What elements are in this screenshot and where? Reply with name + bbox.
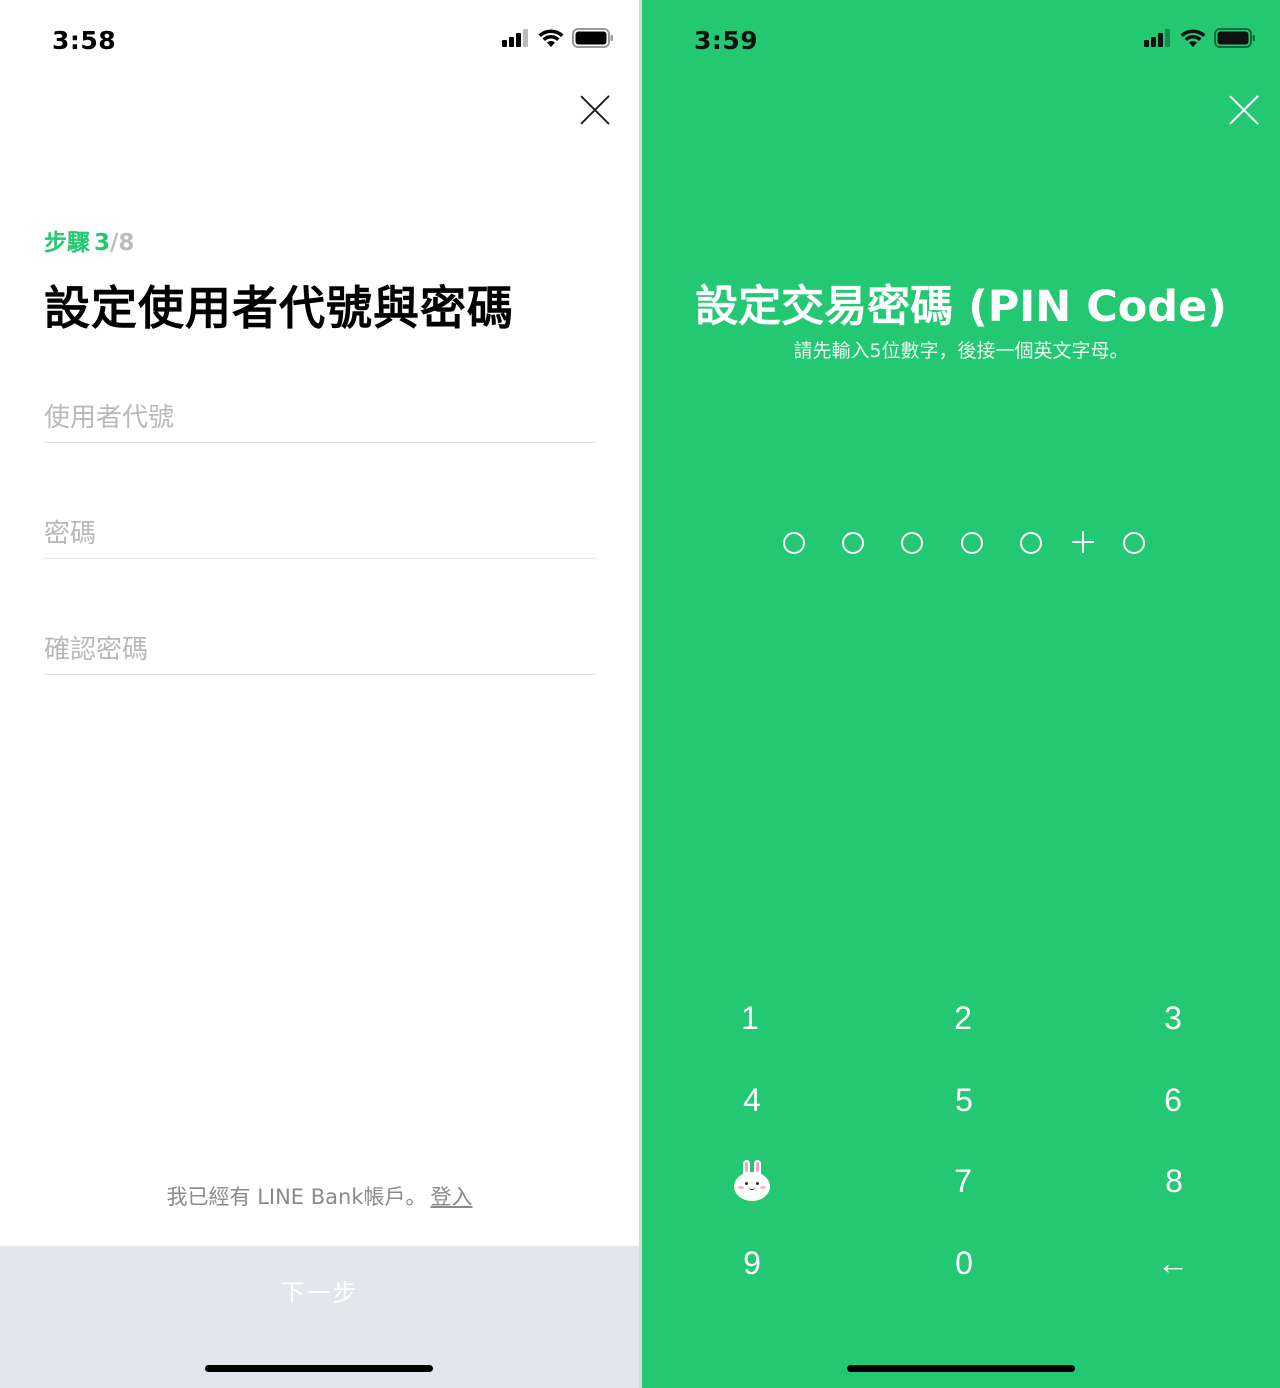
battery-icon [1214,28,1255,48]
keypad-key-7[interactable]: 7 [903,1151,1023,1211]
keypad-key-3[interactable]: 3 [1113,988,1233,1048]
step-total: /8 [110,230,135,256]
user-credentials-screen: 3:58 步驟3/8 設定使用者代號與密碼 我已經有 LINE Bank [0,0,639,1388]
keypad-key-1[interactable]: 1 [690,988,810,1048]
plus-icon [1071,530,1095,554]
page-title: 設定使用者代號與密碼 [44,281,514,335]
keypad-key-8[interactable]: 8 [1114,1151,1234,1211]
keypad-key-4[interactable]: 4 [692,1070,812,1130]
step-current: 3 [94,230,111,256]
status-icons [502,28,614,48]
status-icons [1144,28,1256,48]
bunny-icon [733,1160,771,1202]
pin-setup-screen: 3:59 設定交易密碼 (PIN Code) 請先輸入5位數字，後接一個英文字母… [642,0,1280,1388]
confirm-password-input[interactable] [44,605,596,674]
status-time: 3:58 [52,26,117,55]
login-prompt: 我已經有 LINE Bank帳戶。 登入 [0,1181,639,1211]
pin-digit-slot [961,532,983,554]
close-icon[interactable] [577,92,613,128]
keypad-key-0[interactable]: 0 [904,1233,1024,1293]
step-indicator: 步驟 3/8 [44,223,134,257]
keypad-key-5[interactable]: 5 [904,1070,1024,1130]
pin-digit-slot [842,532,864,554]
pin-digit-slot [1020,532,1042,554]
step-label: 步驟 [44,230,90,256]
login-link[interactable]: 登入 [430,1185,472,1209]
backspace-icon: ← [1157,1244,1189,1281]
user-id-field-container [44,373,596,443]
pin-title: 設定交易密碼 (PIN Code) [695,282,1227,332]
status-time: 3:59 [694,26,759,55]
close-icon[interactable] [1226,92,1262,128]
pin-subtitle: 請先輸入5位數字，後接一個英文字母。 [793,340,1129,362]
home-indicator[interactable] [205,1365,433,1372]
keypad-key-6[interactable]: 6 [1113,1070,1233,1130]
keypad-key-2[interactable]: 2 [903,988,1023,1048]
pin-digit-slot [901,532,923,554]
user-id-input[interactable] [44,373,596,442]
backspace-key[interactable]: ← [1113,1233,1233,1293]
home-indicator[interactable] [847,1365,1075,1372]
keypad-key-9[interactable]: 9 [692,1233,812,1293]
battery-icon [572,28,613,48]
next-step-label: 下一步 [280,1279,359,1307]
confirm-password-field-container [44,605,596,675]
signal-icon [1144,29,1170,47]
signal-icon [502,29,528,47]
wifi-icon [1180,28,1206,47]
bunny-key[interactable] [692,1151,812,1211]
pin-digit-slot [783,532,805,554]
login-prompt-text: 我已經有 LINE Bank帳戶。 [166,1185,427,1209]
password-field-container [44,489,596,559]
password-input[interactable] [44,489,596,558]
wifi-icon [538,28,564,47]
pin-letter-slot [1123,532,1145,554]
